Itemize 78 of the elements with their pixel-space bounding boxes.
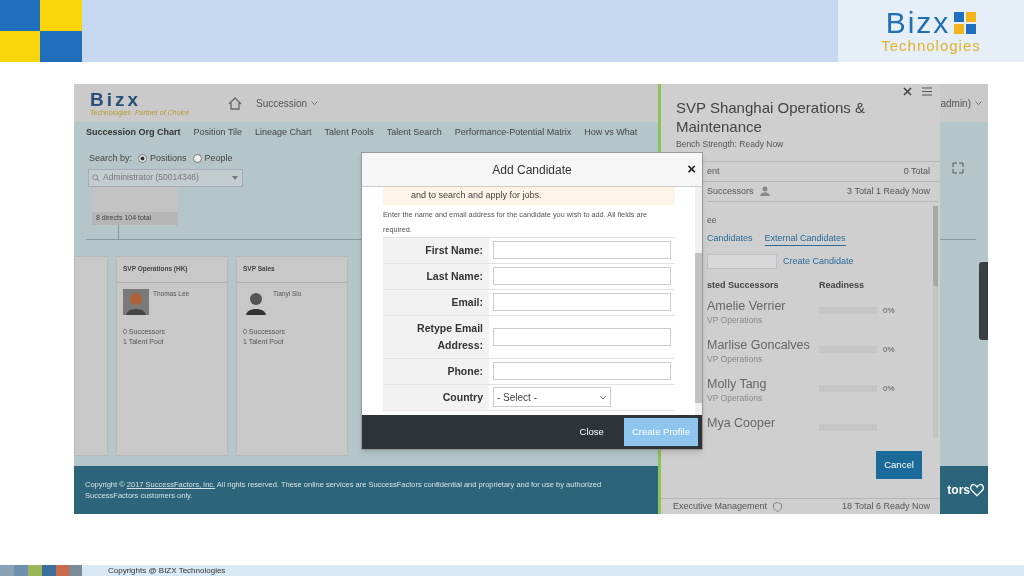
readiness-value: 0%	[883, 304, 895, 317]
successor-name: Mya Cooper	[707, 415, 777, 431]
readiness-value: 0%	[883, 382, 895, 395]
logo-squares-icon	[0, 0, 82, 62]
close-button[interactable]: ×	[687, 161, 696, 177]
text-field[interactable]	[493, 362, 671, 380]
field-label: Last Name:	[425, 268, 483, 284]
chevron-down-icon	[975, 101, 982, 105]
search-label: Search by:	[89, 152, 133, 165]
home-icon[interactable]	[228, 96, 242, 110]
footer-brand: tors	[947, 482, 970, 499]
slide-footer-text: Copyrights @ BIZX Technologies	[108, 564, 226, 576]
text-field[interactable]	[493, 241, 671, 259]
text-field[interactable]	[493, 267, 671, 285]
logo-subtitle: Technologies	[881, 38, 981, 54]
successor-role: VP Operations	[707, 352, 764, 366]
logo-name: Bizx	[885, 8, 951, 38]
row-label: ent	[707, 164, 720, 178]
nav-tab[interactable]: Talent Pools	[324, 126, 374, 140]
column-header: Readiness	[819, 279, 865, 292]
nav-tab[interactable]: Lineage Chart	[255, 126, 312, 140]
close-text-button[interactable]: Close	[579, 424, 604, 440]
person-avatar	[123, 288, 149, 315]
row-value: 3 Total 1 Ready Now	[847, 184, 930, 198]
field-label: Email:	[450, 294, 483, 310]
notice-text: and to search and apply for jobs.	[383, 187, 675, 205]
person-icon	[759, 186, 770, 197]
side-tab[interactable]	[979, 262, 988, 340]
color-strip-icon	[0, 565, 82, 576]
bench-strength: Bench Strength: Ready Now	[675, 138, 785, 151]
candidate-tab[interactable]: External Candidates	[764, 231, 846, 246]
menu-icon[interactable]	[922, 87, 932, 96]
scrollbar[interactable]	[933, 205, 938, 438]
text-field[interactable]	[493, 293, 671, 311]
dialog-title: Add Candidate	[492, 161, 572, 179]
nav-tab[interactable]: How vs What	[584, 126, 638, 140]
radio-option[interactable]: Positions	[138, 152, 187, 166]
expand-icon[interactable]	[952, 162, 964, 174]
field-label: First Name:	[424, 242, 483, 258]
candidate-tab[interactable]: Candidates	[707, 231, 753, 246]
group-label: Executive Management	[673, 499, 768, 513]
successor-role: VP Operations	[707, 313, 764, 327]
field-label: Country	[441, 389, 483, 405]
user-menu[interactable]: admin)	[940, 95, 982, 111]
section-label: ee	[707, 213, 718, 227]
create-candidate-link[interactable]: Create Candidate	[783, 254, 854, 269]
panel-title: SVP Shanghai Operations & Maintenance	[675, 98, 867, 136]
successor-role: VP Operations	[707, 391, 764, 405]
app-logo-name: Bizx	[90, 90, 143, 109]
row-label: Successors	[707, 184, 754, 198]
successor-name: Marlise Goncalves	[707, 337, 811, 353]
cancel-button[interactable]: Cancel	[876, 450, 922, 479]
field-label: Retype Email Address:	[416, 320, 483, 353]
text-field[interactable]	[493, 327, 671, 346]
dropdown-arrow-icon	[232, 175, 238, 180]
successor-name: Molly Tang	[707, 376, 768, 392]
chevron-down-icon	[311, 101, 319, 105]
candidate-search-field[interactable]	[707, 254, 777, 269]
chevron-down-icon	[599, 394, 607, 400]
dialog-scrollbar[interactable]	[695, 187, 702, 415]
nav-tab[interactable]: Performance-Potential Matrix	[454, 126, 572, 140]
close-icon[interactable]	[903, 87, 912, 96]
heart-icon	[970, 483, 984, 497]
module-menu[interactable]: Succession	[256, 95, 319, 111]
nav-tab[interactable]: Talent Search	[386, 126, 442, 140]
column-header: sted Successors	[707, 279, 780, 292]
readiness-value: 0%	[883, 343, 895, 356]
radio-option[interactable]: People	[192, 152, 233, 166]
group-value: 18 Total 6 Ready Now	[842, 499, 930, 513]
search-icon	[92, 173, 100, 182]
nav-tab[interactable]: Succession Org Chart	[86, 126, 181, 140]
nav-tab[interactable]: Position Tile	[193, 126, 243, 140]
field-label: Phone:	[446, 363, 483, 379]
row-value: 0 Total	[903, 164, 930, 178]
shield-icon	[773, 501, 783, 512]
successor-name: Amelie Verrier	[707, 298, 787, 314]
country-select[interactable]: - Select -	[493, 387, 611, 407]
logo-squares-icon	[954, 12, 977, 34]
